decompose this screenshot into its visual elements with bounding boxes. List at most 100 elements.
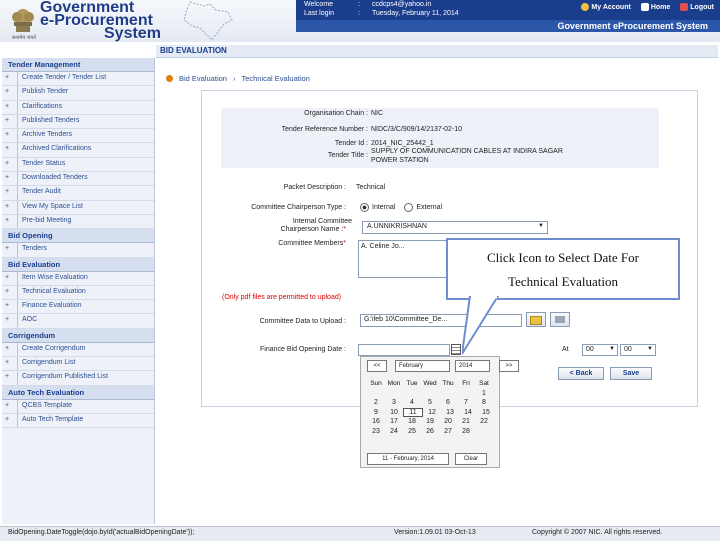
day-cell[interactable]: 1 (475, 389, 493, 399)
day-cell[interactable]: 15 (477, 408, 495, 418)
sidebar-item[interactable]: + Create Corrigendum (2, 342, 154, 358)
breadcrumb-item-bid-evaluation[interactable]: Bid Evaluation (179, 74, 227, 83)
sidebar-item[interactable]: + Corrigendum Published List (2, 371, 154, 386)
divider (17, 186, 18, 200)
sidebar-item[interactable]: + Auto Tech Template (2, 413, 154, 429)
sidebar-item[interactable]: + Publish Tender (2, 86, 154, 101)
divider (17, 129, 18, 143)
home-link[interactable]: Home (640, 3, 670, 11)
hour-select[interactable]: 00 ▼ (582, 344, 618, 356)
radio-external[interactable] (404, 203, 414, 212)
breadcrumb-item-technical-evaluation: Technical Evaluation (241, 74, 310, 83)
my-account-link[interactable]: My Account (581, 3, 631, 11)
required-marker: * (343, 226, 346, 233)
sidebar-item[interactable]: + Pre-bid Meeting (2, 214, 154, 230)
day-cell[interactable]: 7 (457, 398, 475, 408)
calendar-icon[interactable] (451, 344, 461, 355)
save-button[interactable]: Save (610, 367, 652, 380)
day-cell[interactable]: 26 (421, 427, 439, 437)
sidebar-item[interactable]: + Archive Tenders (2, 129, 154, 144)
day-cell[interactable]: 27 (439, 427, 457, 437)
sidebar-item[interactable]: + Downloaded Tenders (2, 172, 154, 187)
minute-select[interactable]: 00 ▼ (620, 344, 656, 356)
day-cell[interactable]: 18 (403, 417, 421, 427)
day-cell[interactable]: 25 (403, 427, 421, 437)
sidebar-item[interactable]: + Create Tender / Tender List (2, 72, 154, 87)
bullet-icon: + (5, 245, 10, 253)
upload-file-value: G:\feb 10\Committee_De... (364, 316, 448, 323)
bullet-icon: + (5, 373, 10, 381)
upload-button[interactable] (550, 312, 570, 327)
sidebar-item[interactable]: + Published Tenders (2, 114, 154, 130)
packet-description-value: Technical (356, 184, 386, 191)
today-button[interactable]: 11 - February, 2014 (367, 453, 449, 465)
india-map-icon (183, 1, 233, 41)
day-cell[interactable]: 22 (475, 417, 493, 427)
sidebar-item-label: Corrigendum Published List (22, 373, 108, 381)
week-row: 1 (367, 389, 495, 399)
day-cell[interactable]: 28 (457, 427, 475, 437)
finance-bid-date-input[interactable] (358, 344, 450, 356)
sidebar-item[interactable]: + QCBS Template (2, 399, 154, 414)
brand-logo-text: Government e-Procurement System (40, 0, 161, 42)
day-cell[interactable]: 23 (367, 427, 385, 437)
sidebar-item[interactable]: + Archived Clarifications (2, 143, 154, 158)
user-icon (581, 3, 590, 11)
day-cell[interactable]: 21 (457, 417, 475, 427)
sidebar-item-label: Publish Tender (22, 88, 69, 96)
sidebar-item[interactable]: + AOC (2, 314, 154, 329)
sidebar-item-label: Create Corrigendum (22, 344, 86, 352)
day-cell[interactable]: 16 (367, 417, 385, 427)
day-cell[interactable]: 2 (367, 398, 385, 408)
day-cell[interactable]: 19 (421, 417, 439, 427)
date-picker-grid: Sun Mon Tue Wed Thu Fri Sat 1 2 3 4 5 6 7 8 9 10 11 12 13 14… (367, 379, 495, 436)
sidebar-item[interactable]: + View My Space List (2, 200, 154, 215)
day-cell[interactable]: 6 (439, 398, 457, 408)
browse-button[interactable] (526, 312, 546, 327)
sidebar-item[interactable]: + Finance Evaluation (2, 300, 154, 315)
sidebar-item[interactable]: + Clarifications (2, 100, 154, 115)
empty-day-cell (439, 389, 457, 399)
back-button[interactable]: < Back (558, 367, 604, 380)
weekday-label: Sun (370, 380, 382, 387)
day-cell[interactable]: 17 (385, 417, 403, 427)
radio-internal[interactable] (360, 203, 369, 212)
sidebar-item[interactable]: + Technical Evaluation (2, 285, 154, 301)
empty-day-cell (403, 389, 421, 399)
day-cell[interactable]: 13 (441, 408, 459, 418)
sidebar-item[interactable]: + Corrigendum List (2, 357, 154, 372)
committee-members-textarea[interactable]: A. Celine Jo... (358, 240, 448, 278)
day-cell[interactable]: 20 (439, 417, 457, 427)
day-cell[interactable]: 24 (385, 427, 403, 437)
chairperson-name-select[interactable]: A.UNNIKRISHNAN ▼ (362, 221, 548, 234)
day-cell[interactable]: 5 (421, 398, 439, 408)
day-cell[interactable]: 10 (385, 408, 403, 418)
chairperson-name-label-2: Chairperson Name :* (208, 226, 346, 233)
chairperson-name-label-text: Chairperson Name : (280, 226, 344, 233)
radio-external-label: External (416, 204, 443, 211)
day-cell[interactable]: 14 (459, 408, 477, 418)
status-text: BidOpening.DateToggle(dojo.byId('actualB… (8, 529, 195, 536)
clear-button[interactable]: Clear (455, 453, 487, 465)
pdf-note: (Only pdf files are permitted to upload) (222, 294, 342, 301)
day-cell[interactable]: 11 (403, 407, 423, 417)
year-select[interactable]: 2014 (455, 360, 490, 372)
sidebar-item[interactable]: + Tenders (2, 243, 154, 258)
next-month-button[interactable]: >> (499, 360, 519, 372)
day-cell[interactable]: 8 (475, 398, 493, 408)
prev-month-button[interactable]: << (367, 360, 387, 372)
day-cell[interactable]: 9 (367, 408, 385, 418)
bullet-icon: + (5, 88, 10, 96)
section-title: BID EVALUATION (160, 46, 227, 55)
day-cell[interactable]: 12 (423, 408, 441, 418)
day-cell[interactable]: 4 (403, 398, 421, 408)
bullet-icon: + (5, 116, 10, 124)
sidebar-item[interactable]: + Tender Audit (2, 186, 154, 201)
sidebar-item[interactable]: + Item Wise Evaluation (2, 271, 154, 286)
sidebar-item[interactable]: + Tender Status (2, 157, 154, 173)
weekday-label: Thu (442, 380, 454, 387)
month-select[interactable]: February (395, 360, 450, 372)
logout-link[interactable]: Logout (680, 3, 714, 11)
day-cell[interactable]: 3 (385, 398, 403, 408)
divider (17, 371, 18, 385)
